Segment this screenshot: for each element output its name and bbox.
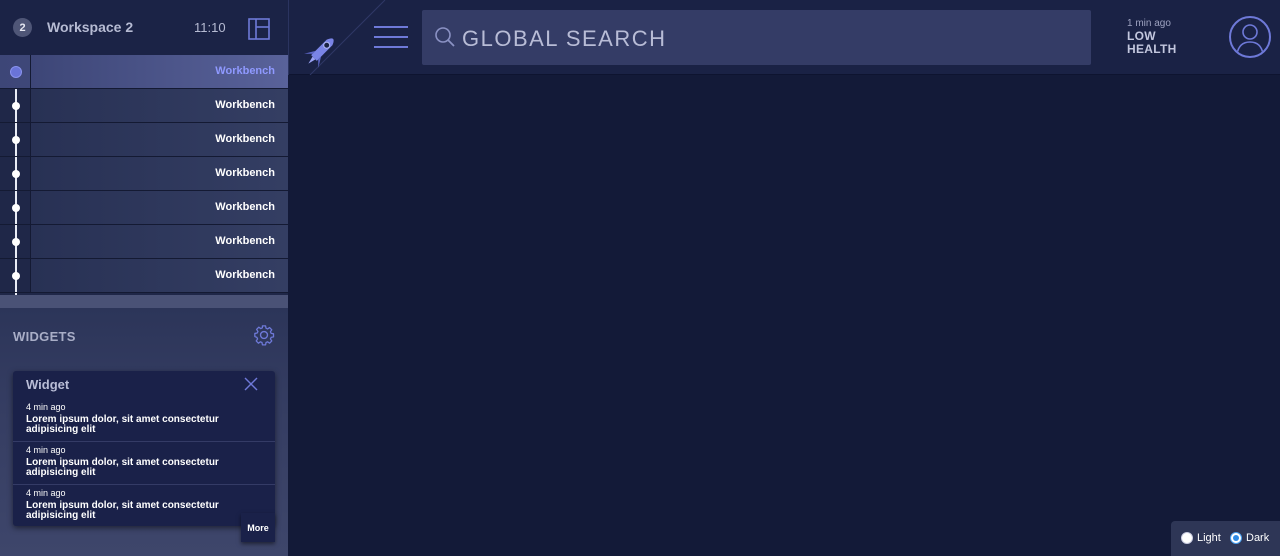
widget-item-text: Lorem ipsum dolor, sit amet consectetur … xyxy=(26,457,219,478)
widget-title: Widget xyxy=(26,377,70,392)
light-radio[interactable] xyxy=(1181,532,1193,544)
workbench-tab-label: Workbench xyxy=(215,269,275,281)
workbench-tab-label: Workbench xyxy=(215,65,275,77)
dark-label: Dark xyxy=(1246,532,1270,544)
widget-item[interactable]: 4 min ago Lorem ipsum dolor, sit amet co… xyxy=(13,485,275,528)
workbench-tab[interactable]: Workbench xyxy=(0,55,288,89)
widget-item[interactable]: 4 min ago Lorem ipsum dolor, sit amet co… xyxy=(13,442,275,485)
widget-item-text: Lorem ipsum dolor, sit amet consectetur … xyxy=(26,414,219,435)
search-icon xyxy=(435,27,455,47)
more-button[interactable]: More xyxy=(241,513,275,542)
workbench-tab[interactable]: Workbench xyxy=(0,157,288,191)
timeline-dot xyxy=(12,102,20,110)
workbench-tab[interactable]: Workbench xyxy=(0,225,288,259)
widget-card: Widget 4 min ago Lorem ipsum dolor, sit … xyxy=(13,371,275,526)
widget-item-list: 4 min ago Lorem ipsum dolor, sit amet co… xyxy=(13,399,275,528)
timeline-dot xyxy=(12,170,20,178)
user-icon xyxy=(1236,24,1264,55)
close-icon[interactable] xyxy=(244,377,258,391)
workspace-name[interactable]: Workspace 2 xyxy=(47,19,133,35)
widget-item-time: 4 min ago xyxy=(26,402,66,412)
workbench-tab-label: Workbench xyxy=(215,167,275,179)
workbench-tab[interactable]: Workbench xyxy=(0,259,288,293)
layout-icon[interactable] xyxy=(248,18,270,40)
rocket-icon[interactable] xyxy=(288,0,388,75)
widget-item-text: Lorem ipsum dolor, sit amet consectetur … xyxy=(26,500,219,521)
workbench-tab[interactable]: Workbench xyxy=(0,191,288,225)
timeline-dot xyxy=(12,238,20,246)
workbench-tab[interactable]: Workbench xyxy=(0,123,288,157)
status-time: 1 min ago xyxy=(1127,18,1171,29)
workspace-clock: 11:10 xyxy=(194,20,226,35)
workbench-tab-list: Workbench Workbench Workbench Workbench … xyxy=(0,55,288,293)
light-label: Light xyxy=(1197,532,1221,544)
top-bar: 1 min ago LOW HEALTH xyxy=(288,0,1280,75)
theme-option-light[interactable]: Light xyxy=(1181,532,1221,544)
global-search-input[interactable] xyxy=(460,10,1084,67)
health-status-line2: HEALTH xyxy=(1127,42,1177,56)
workbench-tab-label: Workbench xyxy=(215,99,275,111)
workspace-header: 2 Workspace 2 11:10 xyxy=(0,0,288,55)
workbench-tab-label: Workbench xyxy=(215,201,275,213)
hamburger-icon[interactable] xyxy=(374,25,408,49)
gear-icon[interactable] xyxy=(253,324,275,346)
health-status[interactable]: LOW HEALTH xyxy=(1127,30,1177,56)
workbench-tab-label: Workbench xyxy=(215,235,275,247)
widget-item[interactable]: 4 min ago Lorem ipsum dolor, sit amet co… xyxy=(13,399,275,442)
theme-toggle: Light Dark xyxy=(1171,521,1280,556)
workbench-tab[interactable]: Workbench xyxy=(0,89,288,123)
timeline-dot xyxy=(12,272,20,280)
sidebar-resize-handle[interactable] xyxy=(0,295,288,308)
timeline-dot xyxy=(10,66,22,78)
theme-option-dark[interactable]: Dark xyxy=(1230,532,1269,544)
sidebar: 2 Workspace 2 11:10 Workbench Workbench … xyxy=(0,0,288,556)
workspace-number-badge[interactable]: 2 xyxy=(13,18,32,37)
workbench-tab-label: Workbench xyxy=(215,133,275,145)
widget-item-time: 4 min ago xyxy=(26,445,66,455)
timeline-dot xyxy=(12,204,20,212)
avatar[interactable] xyxy=(1229,16,1271,58)
widget-item-time: 4 min ago xyxy=(26,488,66,498)
main-content-area xyxy=(288,75,1280,556)
widgets-heading: WIDGETS xyxy=(13,329,76,344)
timeline-dot xyxy=(12,136,20,144)
dark-radio[interactable] xyxy=(1230,532,1242,544)
global-search-box xyxy=(422,10,1091,67)
